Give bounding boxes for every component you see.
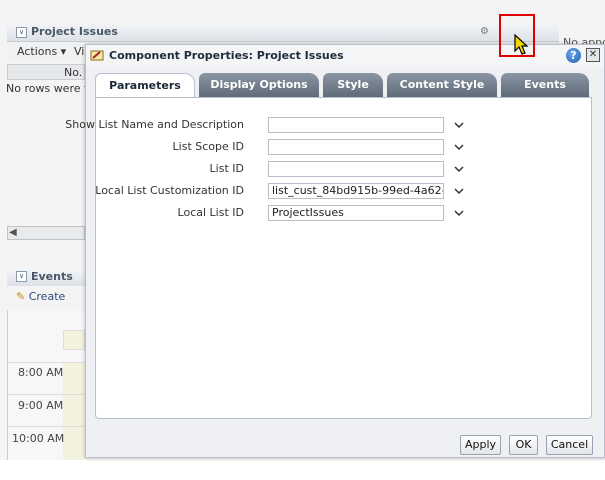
list-scope-id-field[interactable]	[268, 139, 444, 155]
close-icon[interactable]: ✕	[586, 48, 600, 62]
tab-display-options[interactable]: Display Options	[199, 73, 319, 97]
calendar-line	[7, 394, 85, 395]
actions-menu[interactable]: Actions ▾	[17, 45, 66, 58]
events-title: Events	[31, 270, 73, 283]
help-icon[interactable]: ?	[566, 48, 581, 63]
local-list-customization-id-field[interactable]: list_cust_84bd915b-99ed-4a62-b6c	[268, 183, 444, 199]
mouse-cursor-icon	[514, 34, 529, 55]
create-icon: ✎	[16, 290, 26, 303]
field-label-list-id: List ID	[209, 162, 244, 175]
field-label-local-list-customization-id: Local List Customization ID	[95, 184, 244, 197]
view-menu[interactable]: Vi	[74, 45, 84, 58]
calendar-line	[7, 362, 85, 363]
scroll-left-icon[interactable]: ◀	[9, 227, 17, 238]
create-button[interactable]: ✎ Create	[16, 290, 65, 303]
settings-icon[interactable]: ⚙	[480, 26, 489, 37]
tab-style[interactable]: Style	[323, 73, 383, 97]
list-id-field[interactable]	[268, 161, 444, 177]
chevron-down-icon[interactable]	[454, 209, 464, 217]
empty-message: No rows were fo	[6, 82, 95, 95]
component-properties-icon	[90, 50, 104, 61]
calendar-allday-cell	[63, 330, 85, 350]
chevron-down-icon[interactable]	[454, 121, 464, 129]
horizontal-scrollbar[interactable]	[7, 226, 85, 240]
chevron-down-icon[interactable]	[454, 187, 464, 195]
chevron-down-icon[interactable]	[454, 143, 464, 151]
apply-button[interactable]: Apply	[460, 435, 501, 455]
actions-label: Actions	[17, 45, 58, 58]
tab-content-style[interactable]: Content Style	[387, 73, 497, 97]
show-list-name-field[interactable]	[268, 117, 444, 133]
collapse-icon[interactable]: ∨	[16, 27, 27, 38]
field-label-list-scope-id: List Scope ID	[172, 140, 244, 153]
field-label-local-list-id: Local List ID	[177, 206, 244, 219]
component-properties-dialog: Component Properties: Project Issues ? ✕…	[65, 44, 605, 458]
time-label: 9:00 AM	[18, 399, 64, 412]
chevron-down-icon[interactable]	[454, 165, 464, 173]
calendar-day-column	[63, 362, 85, 460]
field-label-show-list-name: Show List Name and Description	[65, 118, 244, 131]
tab-parameters[interactable]: Parameters	[95, 73, 195, 98]
portlet-title: Project Issues	[31, 25, 118, 38]
create-label: Create	[28, 290, 66, 303]
parameters-panel: Show List Name and Description List Scop…	[65, 97, 592, 419]
time-label: 10:00 AM	[12, 432, 65, 445]
events-collapse-icon[interactable]: ∨	[16, 271, 27, 282]
dialog-title: Component Properties: Project Issues	[109, 49, 344, 62]
time-label: 8:00 AM	[18, 366, 64, 379]
tab-strip: Parameters Display Options Style Content…	[95, 73, 593, 98]
calendar-line	[7, 426, 85, 427]
column-header-label: No.	[64, 66, 83, 79]
ok-button[interactable]: OK	[509, 435, 538, 455]
local-list-id-field[interactable]: ProjectIssues	[268, 205, 444, 221]
cancel-button[interactable]: Cancel	[546, 435, 593, 455]
tab-events[interactable]: Events	[501, 73, 589, 97]
